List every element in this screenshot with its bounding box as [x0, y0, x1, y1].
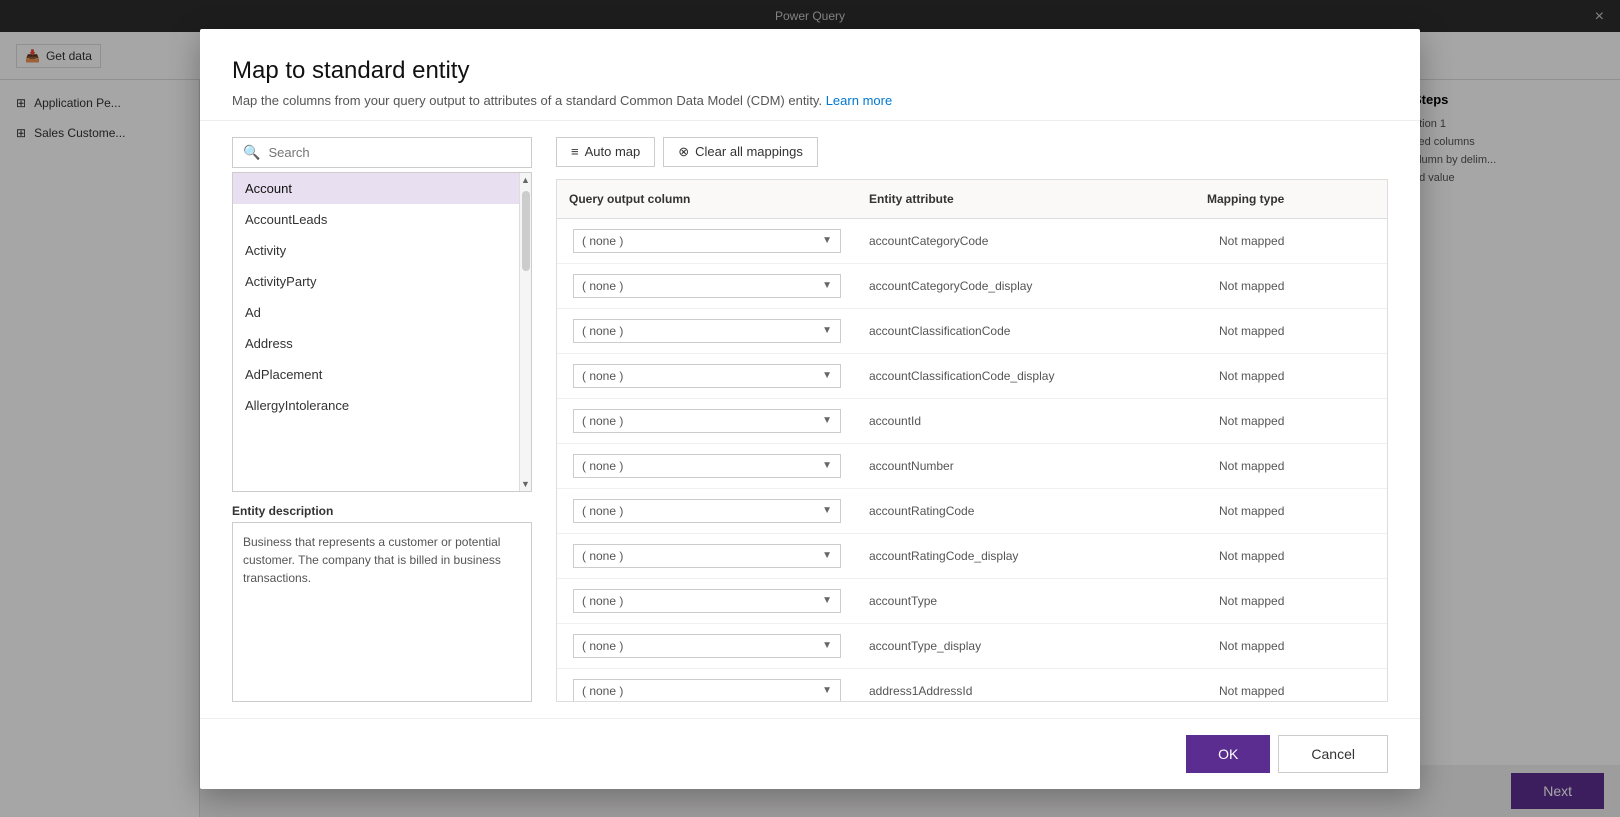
- modal-body: 🔍 Account AccountLeads Activity Activity…: [200, 121, 1420, 718]
- entity-attr-7: accountRatingCode_display: [857, 543, 1207, 569]
- mapping-row-1: ( none ) ▼ accountCategoryCode_display N…: [557, 264, 1387, 309]
- mapping-table-scroll[interactable]: ( none ) ▼ accountCategoryCode Not mappe…: [557, 219, 1387, 701]
- query-select-7[interactable]: ( none ) ▼: [573, 544, 841, 568]
- modal-subtitle: Map the columns from your query output t…: [232, 93, 1388, 108]
- entity-description-box: Business that represents a customer or p…: [232, 522, 532, 702]
- entity-list-scrollbar[interactable]: ▲ ▼: [519, 173, 531, 491]
- dropdown-arrow-10: ▼: [822, 685, 832, 696]
- mapping-row-4: ( none ) ▼ accountId Not mapped: [557, 399, 1387, 444]
- scroll-up-arrow[interactable]: ▲: [520, 173, 532, 187]
- dropdown-arrow-7: ▼: [822, 550, 832, 561]
- auto-map-icon: ≡: [571, 144, 579, 159]
- scroll-down-arrow[interactable]: ▼: [520, 477, 532, 491]
- entity-attr-4: accountId: [857, 408, 1207, 434]
- mapping-toolbar: ≡ Auto map ⊗ Clear all mappings: [556, 137, 1388, 167]
- mapping-type-2: Not mapped: [1207, 318, 1387, 344]
- query-select-3[interactable]: ( none ) ▼: [573, 364, 841, 388]
- entity-attr-8: accountType: [857, 588, 1207, 614]
- col-header-mapping: Mapping type: [1195, 188, 1375, 210]
- mapping-type-0: Not mapped: [1207, 228, 1387, 254]
- query-select-1[interactable]: ( none ) ▼: [573, 274, 841, 298]
- mapping-row-7: ( none ) ▼ accountRatingCode_display Not…: [557, 534, 1387, 579]
- entity-item-ad[interactable]: Ad: [233, 297, 519, 328]
- query-select-4[interactable]: ( none ) ▼: [573, 409, 841, 433]
- entity-list-container: Account AccountLeads Activity ActivityPa…: [232, 172, 532, 492]
- entity-item-activity[interactable]: Activity: [233, 235, 519, 266]
- modal-dialog: Map to standard entity Map the columns f…: [200, 29, 1420, 789]
- mapping-row-3: ( none ) ▼ accountClassificationCode_dis…: [557, 354, 1387, 399]
- entity-attr-10: address1AddressId: [857, 678, 1207, 701]
- col-header-query: Query output column: [557, 188, 857, 210]
- dropdown-arrow-0: ▼: [822, 235, 832, 246]
- entity-attr-1: accountCategoryCode_display: [857, 273, 1207, 299]
- mapping-row-10: ( none ) ▼ address1AddressId Not mapped: [557, 669, 1387, 701]
- mapping-table-wrapper: ( none ) ▼ accountCategoryCode Not mappe…: [557, 219, 1387, 701]
- mapping-type-8: Not mapped: [1207, 588, 1387, 614]
- mapping-type-6: Not mapped: [1207, 498, 1387, 524]
- dropdown-arrow-3: ▼: [822, 370, 832, 381]
- mapping-row-0: ( none ) ▼ accountCategoryCode Not mappe…: [557, 219, 1387, 264]
- ok-button[interactable]: OK: [1186, 735, 1270, 773]
- dropdown-arrow-8: ▼: [822, 595, 832, 606]
- entity-attr-2: accountClassificationCode: [857, 318, 1207, 344]
- scroll-thumb[interactable]: [522, 191, 530, 271]
- dropdown-arrow-4: ▼: [822, 415, 832, 426]
- modal-footer: OK Cancel: [200, 718, 1420, 789]
- entity-attr-9: accountType_display: [857, 633, 1207, 659]
- query-select-5[interactable]: ( none ) ▼: [573, 454, 841, 478]
- dropdown-arrow-9: ▼: [822, 640, 832, 651]
- clear-mappings-button[interactable]: ⊗ Clear all mappings: [663, 137, 818, 167]
- mapping-row-8: ( none ) ▼ accountType Not mapped: [557, 579, 1387, 624]
- learn-more-link[interactable]: Learn more: [826, 93, 892, 108]
- entity-description-label: Entity description: [232, 504, 532, 518]
- mapping-type-1: Not mapped: [1207, 273, 1387, 299]
- clear-mappings-icon: ⊗: [678, 144, 689, 160]
- dropdown-arrow-6: ▼: [822, 505, 832, 516]
- search-icon: 🔍: [243, 144, 260, 161]
- entity-item-address[interactable]: Address: [233, 328, 519, 359]
- mapping-type-4: Not mapped: [1207, 408, 1387, 434]
- mapping-row-5: ( none ) ▼ accountNumber Not mapped: [557, 444, 1387, 489]
- query-select-9[interactable]: ( none ) ▼: [573, 634, 841, 658]
- entity-item-activityparty[interactable]: ActivityParty: [233, 266, 519, 297]
- auto-map-button[interactable]: ≡ Auto map: [556, 137, 655, 167]
- entity-item-accountleads[interactable]: AccountLeads: [233, 204, 519, 235]
- modal-overlay: Map to standard entity Map the columns f…: [0, 0, 1620, 817]
- dropdown-arrow-5: ▼: [822, 460, 832, 471]
- search-input[interactable]: [268, 145, 521, 160]
- dropdown-arrow-1: ▼: [822, 280, 832, 291]
- entity-list: Account AccountLeads Activity ActivityPa…: [233, 173, 519, 491]
- mapping-table-header: Query output column Entity attribute Map…: [557, 180, 1387, 219]
- mapping-row-9: ( none ) ▼ accountType_display Not mappe…: [557, 624, 1387, 669]
- entity-item-adplacement[interactable]: AdPlacement: [233, 359, 519, 390]
- right-panel: ≡ Auto map ⊗ Clear all mappings Query ou…: [556, 137, 1388, 702]
- left-panel: 🔍 Account AccountLeads Activity Activity…: [232, 137, 532, 702]
- entity-attr-3: accountClassificationCode_display: [857, 363, 1207, 389]
- query-select-6[interactable]: ( none ) ▼: [573, 499, 841, 523]
- mapping-type-9: Not mapped: [1207, 633, 1387, 659]
- query-select-10[interactable]: ( none ) ▼: [573, 679, 841, 701]
- dropdown-arrow-2: ▼: [822, 325, 832, 336]
- col-header-entity: Entity attribute: [857, 188, 1195, 210]
- mapping-row-6: ( none ) ▼ accountRatingCode Not mapped: [557, 489, 1387, 534]
- entity-attr-0: accountCategoryCode: [857, 228, 1207, 254]
- entity-attr-6: accountRatingCode: [857, 498, 1207, 524]
- query-select-2[interactable]: ( none ) ▼: [573, 319, 841, 343]
- entity-item-account[interactable]: Account: [233, 173, 519, 204]
- modal-title: Map to standard entity: [232, 57, 1388, 85]
- query-select-8[interactable]: ( none ) ▼: [573, 589, 841, 613]
- mapping-type-10: Not mapped: [1207, 678, 1387, 701]
- mapping-type-3: Not mapped: [1207, 363, 1387, 389]
- query-select-0[interactable]: ( none ) ▼: [573, 229, 841, 253]
- search-box: 🔍: [232, 137, 532, 168]
- modal-header: Map to standard entity Map the columns f…: [200, 29, 1420, 121]
- entity-attr-5: accountNumber: [857, 453, 1207, 479]
- entity-item-allergyintolerance[interactable]: AllergyIntolerance: [233, 390, 519, 421]
- mapping-type-5: Not mapped: [1207, 453, 1387, 479]
- cancel-button[interactable]: Cancel: [1278, 735, 1388, 773]
- mapping-table-container: Query output column Entity attribute Map…: [556, 179, 1388, 702]
- mapping-row-2: ( none ) ▼ accountClassificationCode Not…: [557, 309, 1387, 354]
- mapping-type-7: Not mapped: [1207, 543, 1387, 569]
